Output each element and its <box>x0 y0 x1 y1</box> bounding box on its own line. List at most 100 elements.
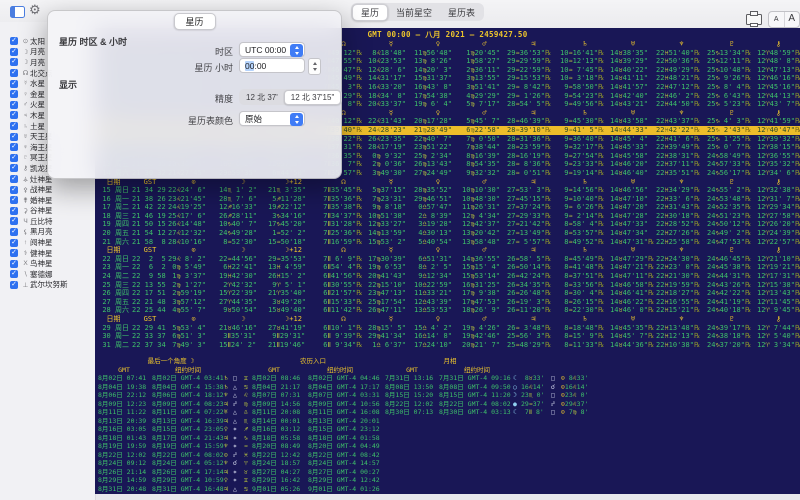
tab-星历表[interactable]: 星历表 <box>440 5 483 20</box>
sidebar-item[interactable]: ✓⊥武尔坎努斯 <box>0 280 95 291</box>
checkbox-checked-icon[interactable]: ✓ <box>10 80 18 88</box>
hour-stepper[interactable] <box>308 58 321 75</box>
ephemeris-cell: 24♑46'45"℞ <box>707 255 757 264</box>
ephemeris-row[interactable]: 15 周日21 34 2922♌24' 6"14♏ 1' 2"21♏ 3'35"… <box>95 186 800 195</box>
ephemeris-row[interactable]: 26 周四22 17 51 2♍59'19"15♈22'39"21♈35'40"… <box>95 289 800 298</box>
ephemeris-cell: 9♒41' 5"℞ <box>560 126 610 135</box>
sidebar-item[interactable]: ✓⚸黑月亮 <box>0 227 95 238</box>
checkbox-checked-icon[interactable]: ✓ <box>10 133 18 141</box>
ephemeris-cell: 22♓37'11"℞ <box>656 160 707 169</box>
checkbox-checked-icon[interactable]: ✓ <box>10 37 18 45</box>
ephemeris-hour-field[interactable]: 00:00 <box>239 58 305 73</box>
planet-glyph-icon: ☽ <box>21 58 30 66</box>
sidebar-item-label: 武尔坎努斯 <box>30 279 68 290</box>
checkbox-checked-icon[interactable]: ✓ <box>10 196 18 204</box>
ephemeris-cell: 29♍41'34" <box>368 332 414 341</box>
checkbox-checked-icon[interactable]: ✓ <box>10 90 18 98</box>
checkbox-checked-icon[interactable]: ✓ <box>10 101 18 109</box>
ephemeris-row[interactable]: 22 周日22 2 529♌ 8' 2"22♒44'56"29♒35'53" 7… <box>95 255 800 264</box>
font-smaller-button[interactable]: A <box>769 12 785 27</box>
ephemeris-cell: 14♍20' 3" <box>414 66 462 75</box>
font-larger-button[interactable]: A <box>785 12 800 27</box>
ephemeris-row[interactable]: 28 周六22 25 44 4♍55' 7" 9♉50'54"15♉49'40"… <box>95 306 800 315</box>
column-header-glyph: ⚷ <box>757 178 800 187</box>
ephemeris-row[interactable]: 17 周二21 42 2224♌19'25"12♐16'33"19♐22'12"… <box>95 203 800 212</box>
precision-option[interactable]: 12 北 37'15" <box>284 90 342 105</box>
gear-icon[interactable]: ⚙ <box>29 2 41 18</box>
planet-glyph-icon: ∖ <box>21 270 30 278</box>
checkbox-checked-icon[interactable]: ✓ <box>10 228 18 236</box>
checkbox-checked-icon[interactable]: ✓ <box>10 143 18 151</box>
timezone-popup[interactable]: UTC 00:00 <box>239 42 305 57</box>
ephemeris-cell: 24♑49'28" <box>219 229 268 238</box>
ephemeris-row[interactable]: 29 周日22 29 41 5♍53' 4"21♉46'16"27♉41'19"… <box>95 324 800 333</box>
ephemeris-row[interactable]: 19 周四21 50 1526♌14'48"10♑40' 7"17♑45'20"… <box>95 220 800 229</box>
checkbox-checked-icon[interactable]: ✓ <box>10 48 18 56</box>
checkbox-checked-icon[interactable]: ✓ <box>10 281 18 289</box>
sidebar-item[interactable]: ✓Ч丘比特 <box>0 216 95 227</box>
checkbox-checked-icon[interactable]: ✓ <box>10 69 18 77</box>
ephemeris-row[interactable]: 25 周三22 13 55 2♍ 1'27" 2♈42'32" 9♈ 5' 1"… <box>95 281 800 290</box>
sidebar-item-label: 太阳 <box>30 36 45 47</box>
ephemeris-cell: 12♈47'13"℞ <box>757 66 800 75</box>
ephemeris-cell: 9Ⅱ29'31" <box>268 332 319 341</box>
checkbox-checked-icon[interactable]: ✓ <box>10 154 18 162</box>
ephemeris-row[interactable]: 30 周一22 33 37 6♍51' 3" 3Ⅱ35'31" 9Ⅱ29'31"… <box>95 332 800 341</box>
checkbox-checked-icon[interactable]: ✓ <box>10 270 18 278</box>
column-header-GST: GST <box>132 315 168 324</box>
sidebar-item-label: 战神星 <box>30 184 53 195</box>
font-size-control: A A <box>768 11 800 28</box>
ephemeris-row[interactable]: 21 周六21 58 828♌10'16" 8♒52'30"15♒50'18" … <box>95 238 800 247</box>
col-local: 纽约时间 <box>304 366 376 375</box>
checkbox-checked-icon[interactable]: ✓ <box>10 207 18 215</box>
sidebar-item[interactable]: ✓⚳谷神星 <box>0 206 95 217</box>
ephemeris-cell: 22♓35'51"℞ <box>656 169 707 178</box>
ephemeris-cell: 24♑45'38"℞ <box>707 263 757 272</box>
checkbox-checked-icon[interactable]: ✓ <box>10 260 18 268</box>
ephemeris-row[interactable]: 31 周二22 37 34 7♍49' 3"15Ⅱ24' 2"21Ⅱ19'46"… <box>95 341 800 350</box>
checkbox-checked-icon[interactable]: ✓ <box>10 249 18 257</box>
checkbox-checked-icon[interactable]: ✓ <box>10 164 18 172</box>
sidebar-item[interactable]: ✓⚴战神星 <box>0 184 95 195</box>
ephemeris-row[interactable]: 16 周一21 38 2623♌21'45"28♏ 7' 6" 5♐11'28"… <box>95 195 800 204</box>
sidebar-item[interactable]: ✓X鸟神星 <box>0 258 95 269</box>
ephemeris-cell: 22 33 37 <box>132 332 168 341</box>
ephemeris-row[interactable]: 20 周五21 54 1227♌12'32"24♑49'28" 1♒52' 2"… <box>95 229 800 238</box>
checkbox-checked-icon[interactable]: ✓ <box>10 239 18 247</box>
checkbox-checked-icon[interactable]: ✓ <box>10 111 18 119</box>
checkbox-checked-icon[interactable]: ✓ <box>10 217 18 225</box>
precision-option[interactable]: 12 北 37' <box>240 91 284 104</box>
column-header-glyph: ♂ <box>462 246 507 255</box>
table-color-label: 星历表颜色 <box>103 114 233 127</box>
ephemeris-row[interactable]: 18 周三21 46 1925♌17' 6"26♐28'11" 3♑34'16"… <box>95 212 800 221</box>
sidebar-item-label: 谷神星 <box>30 205 53 216</box>
tab-星历[interactable]: 星历 <box>352 4 388 21</box>
moon-ingress-row: ♋8月04日 21:178月04日 GMT-4 17:17 <box>244 383 382 392</box>
moon-ingress-row: ♏8月14日 00:018月13日 GMT-4 20:01 <box>244 417 382 426</box>
print-icon[interactable] <box>746 14 762 25</box>
checkbox-checked-icon[interactable]: ✓ <box>10 186 18 194</box>
ephemeris-row[interactable]: 23 周一22 6 2 0♍ 5'49" 6♓22'41"13♓ 4'59" 6… <box>95 263 800 272</box>
checkbox-checked-icon[interactable]: ✓ <box>10 175 18 183</box>
ephemeris-cell: 9♒ 2'14"℞ <box>560 212 610 221</box>
ephemeris-cell: 28♒39'10"℞ <box>507 126 560 135</box>
moon-ingress-row: ♊8月02日 08:468月02日 GMT-4 04:46 <box>244 374 382 383</box>
table-color-popup[interactable]: 原始 <box>239 111 305 126</box>
bottom-table-title: 农历入口 <box>244 357 382 366</box>
ephemeris-cell: 12♈45'16"℞ <box>757 83 800 92</box>
tab-当前星空[interactable]: 当前星空 <box>388 5 440 20</box>
sidebar-item[interactable]: ✓↑阋神星 <box>0 237 95 248</box>
sidebar-item[interactable]: ✓⚵婚神星 <box>0 195 95 206</box>
sidebar-item[interactable]: ✓⚕健神星 <box>0 248 95 259</box>
popover-tab-ephemeris[interactable]: 星历 <box>173 13 215 30</box>
ephemeris-cell: 9♎12'34" <box>414 272 462 281</box>
sidebar-toggle-icon[interactable] <box>10 6 25 18</box>
ephemeris-row[interactable]: 24 周二22 9 58 1♍ 3'37"19♓42'30"26♓15' 2" … <box>95 272 800 281</box>
ephemeris-row[interactable]: 27 周五22 21 48 3♍57'12"27♈44'35" 3♉49'20"… <box>95 298 800 307</box>
ephemeris-cell: 26♌23'35" <box>368 135 414 144</box>
column-header-glyph: ♃ <box>507 178 560 187</box>
sidebar-item[interactable]: ✓∖塞德娜 <box>0 269 95 280</box>
checkbox-checked-icon[interactable]: ✓ <box>10 58 18 66</box>
ephemeris-cell: 17♍47'53" <box>462 298 507 307</box>
checkbox-checked-icon[interactable]: ✓ <box>10 122 18 130</box>
